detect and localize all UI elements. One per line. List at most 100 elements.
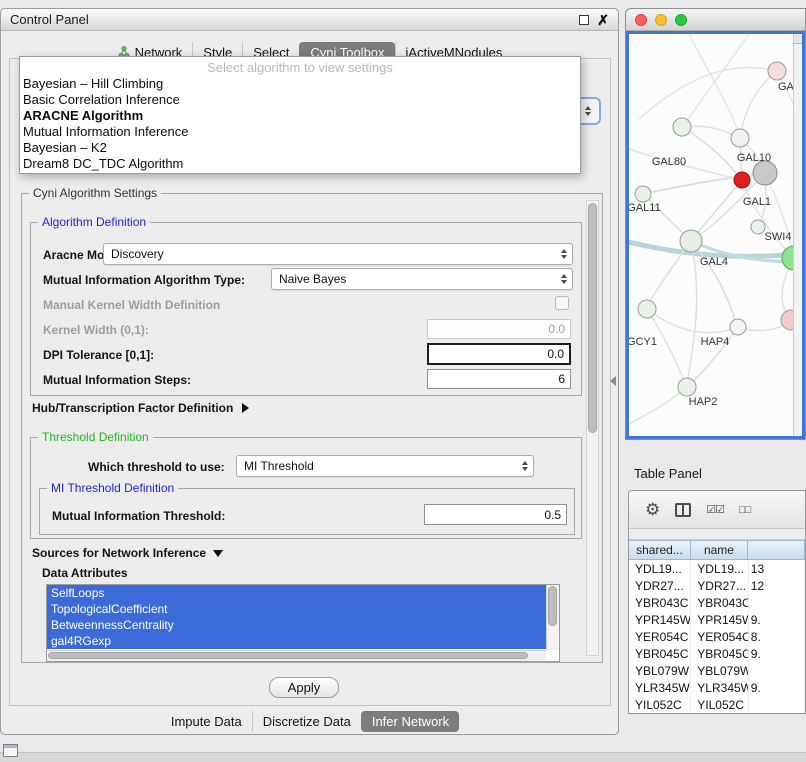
table-header: shared... name: [629, 540, 805, 560]
column-header-name[interactable]: name: [691, 540, 748, 560]
table-cell: 13: [749, 560, 805, 577]
node-label-gal1: GAL1: [743, 196, 771, 208]
cyni-bottom-tabs: Impute Data Discretize DataInfer Network: [1, 709, 618, 733]
apply-button[interactable]: Apply: [269, 677, 339, 698]
expander-expanded-icon: [213, 550, 223, 557]
float-panel-icon[interactable]: [579, 15, 589, 25]
cyni-algorithm-settings-group: Cyni Algorithm Settings Algorithm Defini…: [21, 193, 603, 663]
which-threshold-select[interactable]: MI Threshold: [236, 455, 534, 477]
close-traffic-light[interactable]: [635, 14, 647, 26]
network-edge: [629, 387, 687, 424]
mi-steps-input[interactable]: [427, 369, 571, 389]
dpi-tolerance-input[interactable]: [427, 343, 571, 365]
network-node[interactable]: [753, 161, 777, 185]
table-row[interactable]: YIL052CYIL052C: [629, 696, 805, 713]
bottom-edge-bar: [0, 752, 806, 762]
network-node[interactable]: [751, 220, 765, 234]
attribute-item-topologicalcoefficient[interactable]: TopologicalCoefficient: [47, 601, 546, 617]
data-attributes-list[interactable]: SelfLoopsTopologicalCoefficientBetweenne…: [46, 584, 560, 662]
network-node[interactable]: [673, 118, 691, 136]
table-cell: 8.: [749, 628, 805, 645]
attribute-item-gal4rgexp[interactable]: gal4RGexp: [47, 633, 546, 649]
table-row[interactable]: YBL079WYBL079W: [629, 662, 805, 679]
table-cell: YBL079W: [629, 662, 691, 679]
network-node[interactable]: [768, 62, 786, 80]
attributes-hscrollbar-thumb[interactable]: [48, 652, 528, 659]
dropdown-item-basic-correlation-inference[interactable]: Basic Correlation Inference: [20, 92, 580, 108]
table-cell: YPR145W: [691, 611, 748, 628]
algorithm-definition-group: Algorithm Definition Aracne Mode: Discov…: [30, 222, 582, 396]
table-cell: 9.: [749, 611, 805, 628]
table-cell: YIL052C: [691, 696, 748, 713]
table-cell: YDR27...: [691, 577, 748, 594]
kernel-width-input[interactable]: [427, 319, 571, 339]
minimize-traffic-light[interactable]: [655, 14, 667, 26]
network-node[interactable]: [734, 172, 750, 188]
network-edge: [689, 34, 740, 137]
network-node[interactable]: [635, 186, 651, 202]
hub-definition-expander[interactable]: Hub/Transcription Factor Definition: [32, 401, 249, 415]
table-row[interactable]: YER054CYER054C8.: [629, 628, 805, 645]
table-cell: [749, 696, 805, 713]
minimized-panel-icon[interactable]: [3, 744, 18, 757]
dropdown-item-bayesian-hill-climbing[interactable]: Bayesian – Hill Climbing: [20, 76, 580, 92]
network-node[interactable]: [730, 319, 746, 335]
sources-expander[interactable]: Sources for Network Inference: [32, 546, 223, 560]
node-label-gal4: GAL4: [700, 256, 728, 268]
spinner-arrows-icon: [561, 249, 570, 259]
close-panel-icon[interactable]: ✗: [597, 14, 609, 26]
network-graph: GALGAL80GAL10GAL11GAL1SWI4GAL4GCY1HAP4HA…: [629, 34, 804, 438]
spinner-arrows-icon: [522, 461, 531, 471]
table-cell: YLR345W: [629, 679, 691, 696]
mi-threshold-input[interactable]: [424, 504, 567, 525]
attribute-item-selfloops[interactable]: SelfLoops: [47, 585, 546, 601]
column-header-extra[interactable]: [748, 540, 805, 560]
network-node[interactable]: [680, 230, 702, 252]
network-edge: [687, 241, 697, 386]
control-panel-title: Control Panel: [10, 12, 89, 27]
network-window-titlebar: [626, 9, 805, 31]
column-header-shared-name[interactable]: shared...: [629, 540, 691, 560]
tab-discretize-data[interactable]: Discretize Data: [252, 711, 361, 732]
tab-label: Impute Data: [171, 714, 242, 729]
aracne-mode-select[interactable]: Discovery: [103, 243, 573, 265]
columns-icon[interactable]: [675, 503, 691, 517]
settings-scrollbar[interactable]: [586, 200, 599, 656]
table-row[interactable]: YLR345WYLR345W9.: [629, 679, 805, 696]
network-node[interactable]: [731, 129, 749, 147]
panel-collapse-handle[interactable]: [610, 376, 616, 386]
mi-type-select[interactable]: Naive Bayes: [271, 268, 573, 290]
network-canvas[interactable]: GALGAL80GAL10GAL11GAL1SWI4GAL4GCY1HAP4HA…: [626, 31, 805, 439]
node-label-gal10: GAL10: [737, 152, 771, 164]
table-cell: [749, 594, 805, 611]
table-row[interactable]: YBR043CYBR043C: [629, 594, 805, 611]
attributes-hscrollbar[interactable]: [47, 650, 546, 661]
network-scrollbar-button[interactable]: [794, 34, 802, 44]
threshold-definition-group: Threshold Definition Which threshold to …: [30, 437, 582, 539]
select-all-icon[interactable]: ☑☑: [706, 503, 724, 516]
algorithm-dropdown-list: Select algorithm to view settings Bayesi…: [19, 56, 581, 174]
table-row[interactable]: YDR27...YDR27...12: [629, 577, 805, 594]
network-scrollbar[interactable]: [793, 34, 802, 436]
dropdown-item-aracne-algorithm[interactable]: ARACNE Algorithm: [20, 108, 580, 124]
attributes-vscrollbar-thumb[interactable]: [548, 586, 557, 626]
settings-scrollbar-thumb[interactable]: [588, 203, 597, 433]
table-row[interactable]: YDL19...YDL19...13: [629, 560, 805, 577]
table-cell: 12: [749, 577, 805, 594]
network-node[interactable]: [678, 378, 696, 396]
table-row[interactable]: YPR145WYPR145W9.: [629, 611, 805, 628]
table-row[interactable]: YBR045CYBR045C9.: [629, 645, 805, 662]
manual-kernel-checkbox[interactable]: [555, 296, 569, 310]
clear-all-icon[interactable]: □□: [739, 504, 750, 516]
attributes-vscrollbar[interactable]: [546, 585, 559, 650]
table-cell: YBL079W: [691, 662, 748, 679]
dropdown-item-mutual-information-inference[interactable]: Mutual Information Inference: [20, 124, 580, 140]
tab-impute-data[interactable]: Impute Data: [160, 711, 252, 732]
zoom-traffic-light[interactable]: [675, 14, 687, 26]
tab-infer-network[interactable]: Infer Network: [361, 711, 459, 732]
gear-icon[interactable]: ⚙: [645, 501, 660, 518]
dropdown-item-bayesian-k2[interactable]: Bayesian – K2: [20, 140, 580, 156]
network-node[interactable]: [638, 300, 656, 318]
attribute-item-betweennesscentrality[interactable]: BetweennessCentrality: [47, 617, 546, 633]
dropdown-item-dream8-dc-tdc-algorithm[interactable]: Dream8 DC_TDC Algorithm: [20, 156, 580, 172]
